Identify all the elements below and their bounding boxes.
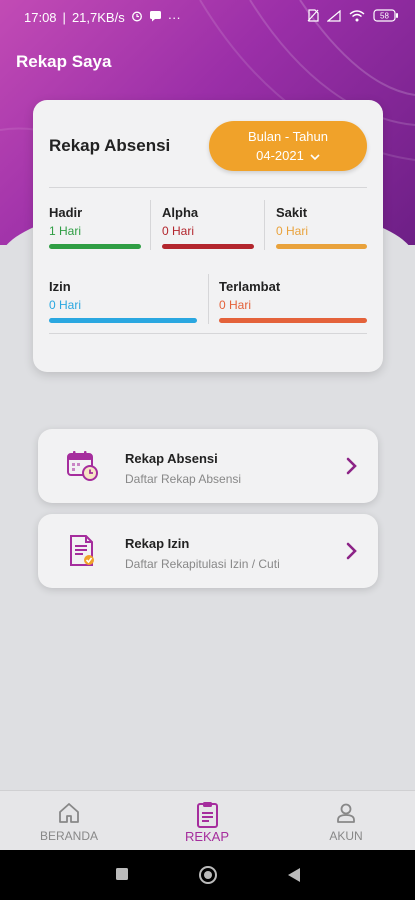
stat-alpha: Alpha 0 Hari bbox=[162, 205, 254, 249]
card-divider bbox=[49, 187, 367, 188]
bottom-navigation: BERANDA REKAP AKUN bbox=[0, 790, 415, 850]
alarm-icon bbox=[131, 10, 143, 25]
chevron-right-icon bbox=[346, 542, 358, 565]
stat-bar bbox=[49, 318, 197, 323]
user-icon bbox=[334, 801, 358, 830]
stat-label: Sakit bbox=[276, 205, 308, 220]
wifi-icon bbox=[349, 9, 365, 25]
stat-bar bbox=[162, 244, 254, 249]
document-icon bbox=[66, 534, 100, 573]
back-button-icon[interactable] bbox=[287, 867, 301, 888]
status-speed: 21,7KB/s bbox=[71, 9, 125, 25]
menu-rekap-izin[interactable]: Rekap Izin Daftar Rekapitulasi Izin / Cu… bbox=[38, 514, 378, 588]
home-button-icon[interactable] bbox=[198, 865, 218, 890]
home-icon bbox=[57, 801, 81, 830]
no-sim-icon bbox=[307, 9, 319, 25]
status-separator: | bbox=[62, 9, 66, 25]
stat-label: Alpha bbox=[162, 205, 199, 220]
status-time: 17:08 bbox=[24, 9, 57, 25]
menu-rekap-absensi[interactable]: Rekap Absensi Daftar Rekap Absensi bbox=[38, 429, 378, 503]
nav-akun[interactable]: AKUN bbox=[277, 791, 415, 851]
stat-bar bbox=[49, 244, 141, 249]
menu-subtitle: Daftar Rekapitulasi Izin / Cuti bbox=[125, 557, 280, 571]
nav-label: AKUN bbox=[329, 829, 363, 843]
stat-izin: Izin 0 Hari bbox=[49, 279, 197, 323]
signal-icon bbox=[326, 9, 341, 25]
card-divider bbox=[49, 333, 367, 334]
stat-label: Hadir bbox=[49, 205, 83, 220]
stat-separator bbox=[150, 200, 151, 250]
stat-separator bbox=[264, 200, 265, 250]
stat-value: 1 Hari bbox=[49, 224, 82, 238]
stat-label: Terlambat bbox=[219, 279, 281, 294]
stat-label: Izin bbox=[49, 279, 71, 294]
stat-sakit: Sakit 0 Hari bbox=[276, 205, 367, 249]
recap-summary-card: Rekap Absensi Bulan - Tahun 04-2021 Hadi… bbox=[33, 100, 383, 372]
chevron-down-icon bbox=[310, 149, 320, 164]
menu-title: Rekap Izin bbox=[125, 536, 190, 551]
page-title: Rekap Saya bbox=[16, 52, 112, 71]
nav-label: REKAP bbox=[184, 829, 230, 844]
stat-bar bbox=[219, 318, 367, 323]
status-bar: 17:08 | 21,7KB/s ··· 58 bbox=[0, 0, 415, 34]
stat-hadir: Hadir 1 Hari bbox=[49, 205, 141, 249]
battery-icon: 58 bbox=[373, 9, 399, 25]
recents-button-icon[interactable] bbox=[115, 867, 129, 886]
calendar-clock-icon bbox=[66, 449, 100, 488]
stat-separator bbox=[208, 274, 209, 324]
system-navigation-bar bbox=[0, 850, 415, 900]
stat-bar bbox=[276, 244, 367, 249]
stat-value: 0 Hari bbox=[162, 224, 195, 238]
message-icon bbox=[149, 10, 162, 25]
nav-rekap[interactable]: REKAP bbox=[138, 791, 276, 851]
battery-level: 58 bbox=[380, 12, 389, 21]
stat-value: 0 Hari bbox=[219, 298, 252, 312]
recap-card-title: Rekap Absensi bbox=[49, 136, 171, 155]
period-value: 04-2021 bbox=[256, 148, 304, 163]
menu-title: Rekap Absensi bbox=[125, 451, 218, 466]
nav-label: BERANDA bbox=[39, 829, 98, 843]
stat-value: 0 Hari bbox=[276, 224, 309, 238]
stat-value: 0 Hari bbox=[49, 298, 82, 312]
period-value-row: 04-2021 bbox=[209, 148, 367, 164]
period-label: Bulan - Tahun bbox=[248, 129, 328, 144]
chevron-right-icon bbox=[346, 457, 358, 480]
more-notifications-icon: ··· bbox=[167, 9, 181, 25]
nav-beranda[interactable]: BERANDA bbox=[0, 791, 138, 851]
menu-subtitle: Daftar Rekap Absensi bbox=[125, 472, 242, 486]
period-select-button[interactable]: Bulan - Tahun 04-2021 bbox=[209, 121, 367, 171]
stat-terlambat: Terlambat 0 Hari bbox=[219, 279, 367, 323]
